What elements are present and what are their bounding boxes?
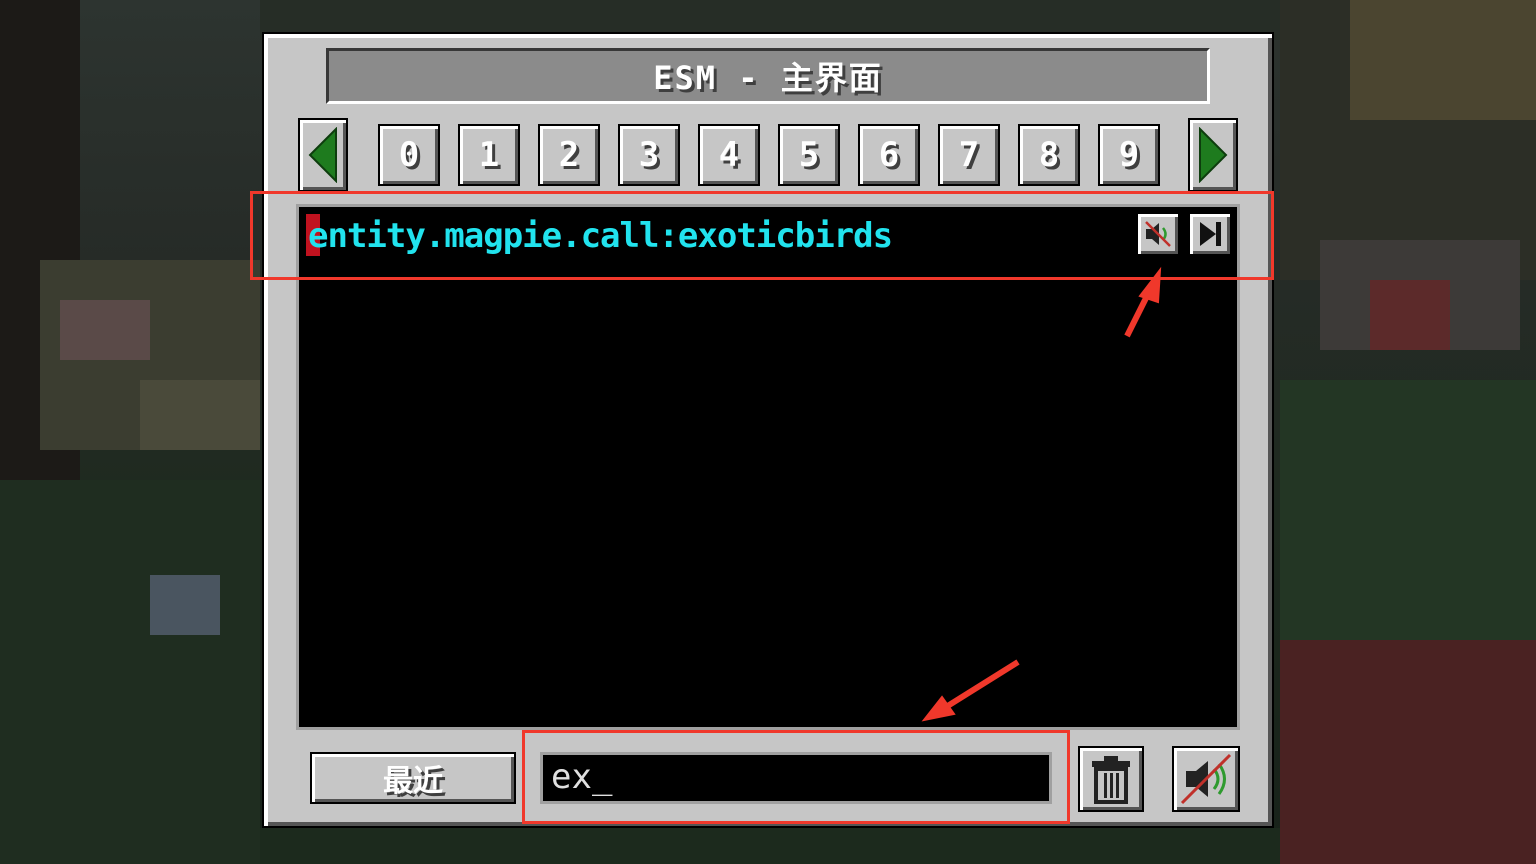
annotation-arrow-to-search [921,659,1020,722]
annotation-arrow-to-mute-button [1124,266,1162,338]
annotation-arrows [921,266,1162,722]
